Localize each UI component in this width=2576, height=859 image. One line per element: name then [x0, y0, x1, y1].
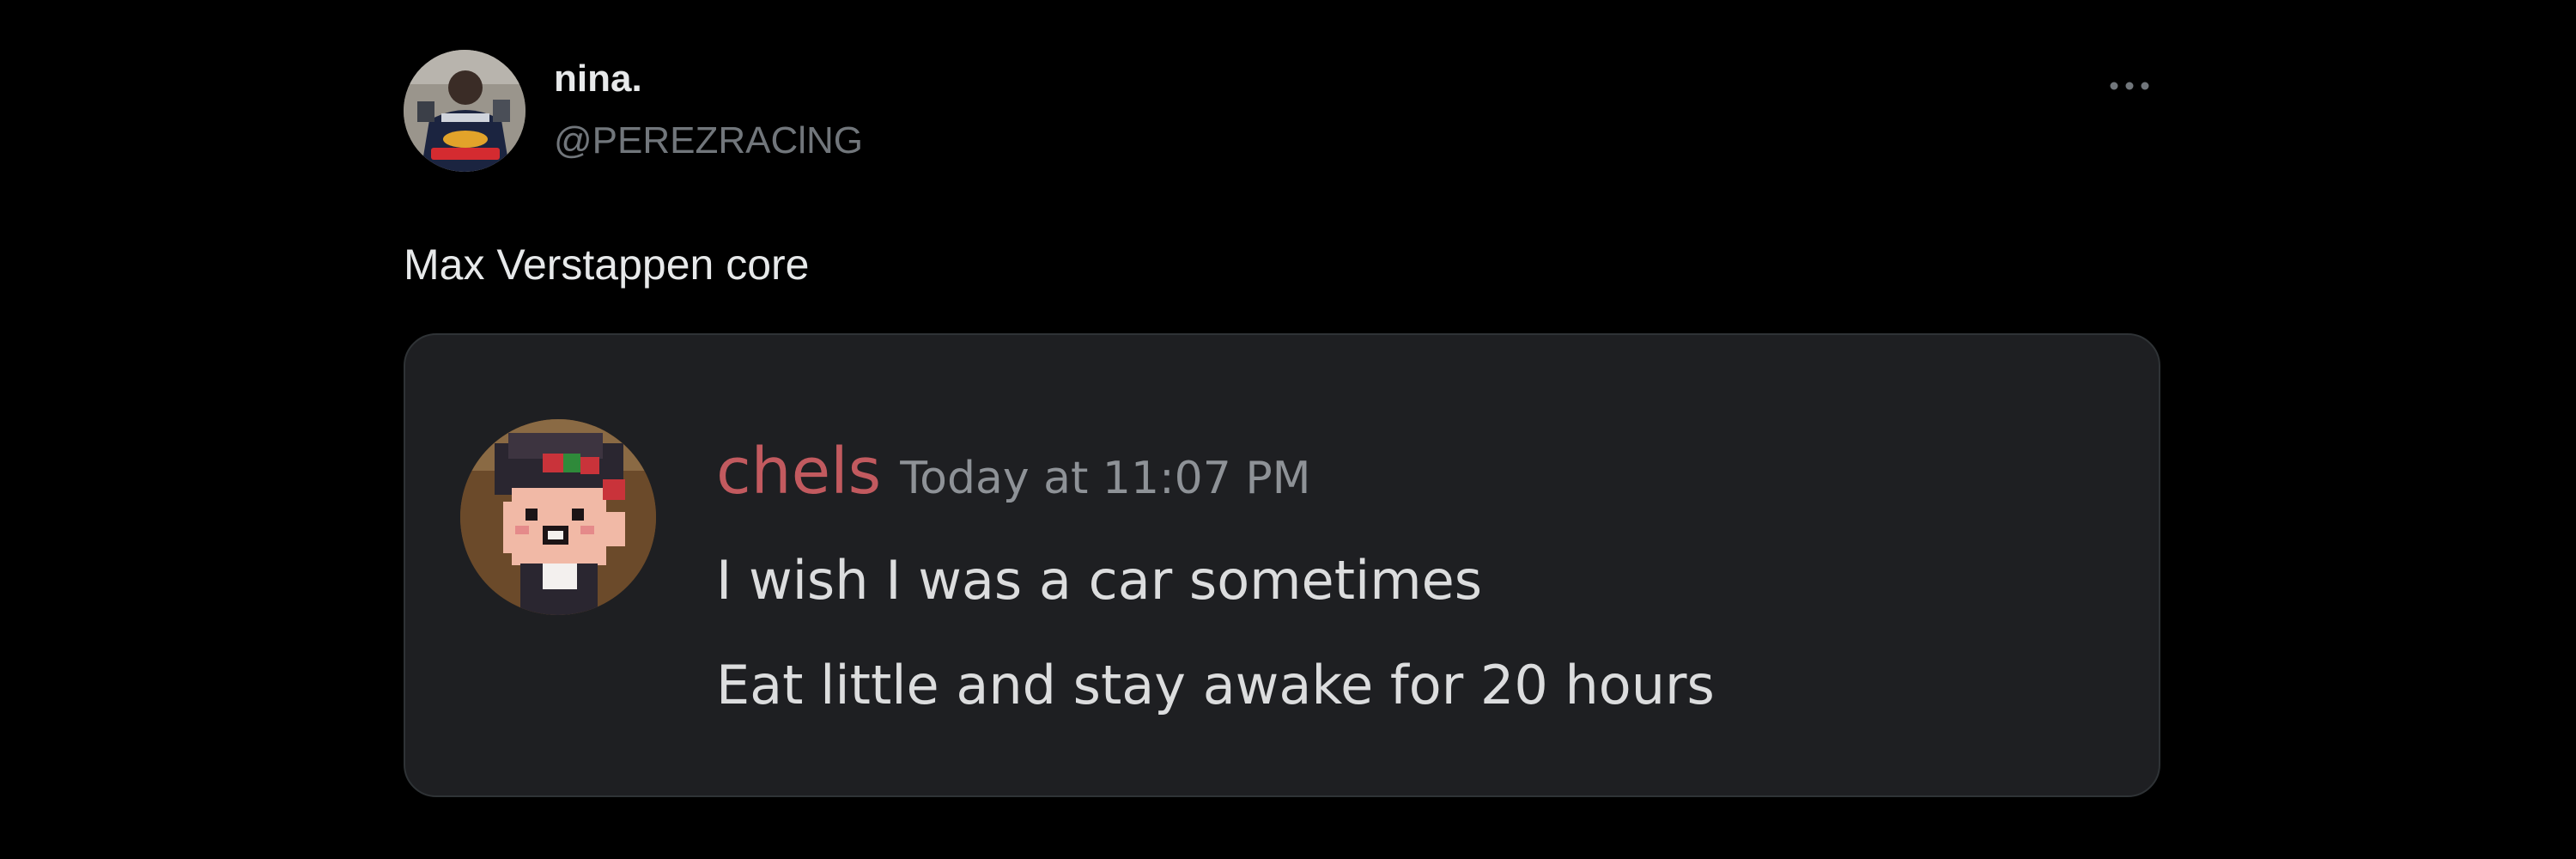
tweet-text: Max Verstappen core	[404, 241, 810, 289]
user-handle[interactable]: @PEREZRAClNG	[554, 119, 863, 163]
more-options-button[interactable]	[2102, 69, 2157, 103]
tweet: nina. @PEREZRAClNG Max Verstappen core c…	[404, 50, 2164, 806]
display-name[interactable]: nina.	[554, 57, 642, 101]
message-header: chels Today at 11:07 PM	[716, 435, 1311, 509]
user-avatar[interactable]	[404, 50, 526, 172]
message-author-avatar[interactable]	[460, 419, 656, 615]
message-line: I wish I was a car sometimes	[716, 549, 1483, 612]
embedded-message-card[interactable]: chels Today at 11:07 PM I wish I was a ca…	[404, 333, 2160, 797]
pixel-avatar-image	[460, 419, 656, 615]
more-horizontal-icon	[2110, 82, 2149, 90]
message-timestamp: Today at 11:07 PM	[900, 453, 1311, 504]
message-line: Eat little and stay awake for 20 hours	[716, 654, 1715, 716]
avatar-image	[404, 50, 526, 172]
message-username[interactable]: chels	[716, 435, 881, 509]
